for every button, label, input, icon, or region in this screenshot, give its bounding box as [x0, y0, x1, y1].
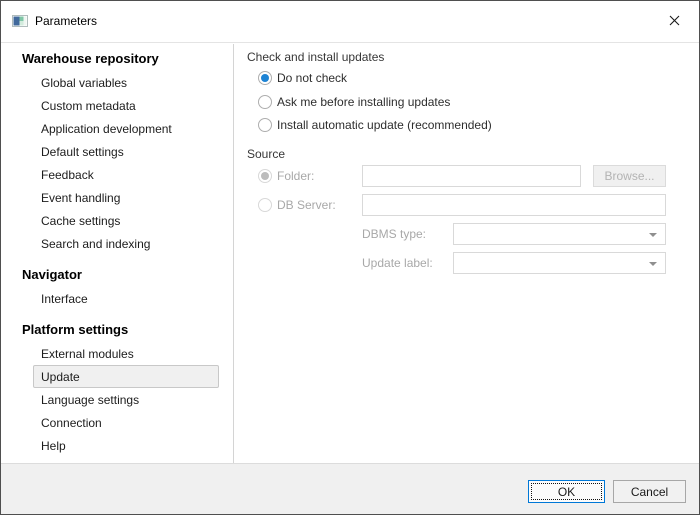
- chevron-down-icon: [649, 262, 657, 266]
- sidebar-item-application-development[interactable]: Application development: [33, 117, 219, 140]
- update-label-dropdown: [453, 252, 666, 274]
- radio-option-label: Ask me before installing updates: [277, 95, 450, 109]
- folder-path-input: [362, 165, 581, 187]
- radio-option-install-automatic[interactable]: Install automatic update (recommended): [258, 114, 492, 136]
- sidebar-item-language-settings[interactable]: Language settings: [33, 388, 219, 411]
- cancel-button[interactable]: Cancel: [613, 480, 686, 503]
- close-button[interactable]: [654, 7, 694, 33]
- browse-button: Browse...: [593, 165, 666, 187]
- section-navigator: Navigator Interface: [1, 263, 233, 310]
- close-icon: [669, 15, 680, 26]
- dbms-type-dropdown: [453, 223, 666, 245]
- dialog-footer: OK Cancel: [1, 463, 699, 514]
- radio-option-folder: Folder:: [258, 165, 314, 187]
- radio-selected-icon: [258, 71, 272, 85]
- source-group-title: Source: [247, 147, 285, 161]
- sidebar-item-interface[interactable]: Interface: [33, 287, 219, 310]
- sidebar-item-global-variables[interactable]: Global variables: [33, 71, 219, 94]
- section-platform-settings: Platform settings External modules Updat…: [1, 318, 233, 457]
- parameters-dialog: Parameters Warehouse repository Global v…: [0, 0, 700, 515]
- radio-option-ask-before-installing[interactable]: Ask me before installing updates: [258, 91, 450, 113]
- sidebar-item-update[interactable]: Update: [33, 365, 219, 388]
- window-title: Parameters: [35, 14, 97, 28]
- db-server-input: [362, 194, 666, 216]
- db-server-radio-label: DB Server:: [277, 198, 336, 212]
- sidebar-item-external-modules[interactable]: External modules: [33, 342, 219, 365]
- radio-option-db-server: DB Server:: [258, 194, 336, 216]
- radio-option-do-not-check[interactable]: Do not check: [258, 67, 347, 89]
- radio-disabled-unselected-icon: [258, 198, 272, 212]
- section-header-navigator: Navigator: [1, 263, 233, 287]
- sidebar-item-search-and-indexing[interactable]: Search and indexing: [33, 232, 219, 255]
- update-label-label: Update label:: [362, 252, 433, 274]
- chevron-down-icon: [649, 233, 657, 237]
- radio-option-label: Install automatic update (recommended): [277, 118, 492, 132]
- folder-radio-label: Folder:: [277, 169, 314, 183]
- dialog-body: Warehouse repository Global variables Cu…: [1, 44, 699, 463]
- sidebar-item-feedback[interactable]: Feedback: [33, 163, 219, 186]
- section-header-warehouse-repository: Warehouse repository: [1, 47, 233, 71]
- ok-button[interactable]: OK: [528, 480, 605, 503]
- sidebar-item-connection[interactable]: Connection: [33, 411, 219, 434]
- dbms-type-label: DBMS type:: [362, 223, 426, 245]
- check-updates-group-title: Check and install updates: [247, 50, 384, 64]
- titlebar: Parameters: [1, 1, 699, 43]
- sidebar-item-help[interactable]: Help: [33, 434, 219, 457]
- radio-disabled-selected-icon: [258, 169, 272, 183]
- radio-unselected-icon: [258, 118, 272, 132]
- section-warehouse-repository: Warehouse repository Global variables Cu…: [1, 47, 233, 255]
- settings-nav: Warehouse repository Global variables Cu…: [1, 44, 234, 463]
- update-settings-panel: Check and install updates Do not check A…: [234, 44, 699, 463]
- sidebar-item-default-settings[interactable]: Default settings: [33, 140, 219, 163]
- sidebar-item-cache-settings[interactable]: Cache settings: [33, 209, 219, 232]
- radio-option-label: Do not check: [277, 71, 347, 85]
- radio-unselected-icon: [258, 95, 272, 109]
- app-icon: [12, 13, 28, 29]
- sidebar-item-event-handling[interactable]: Event handling: [33, 186, 219, 209]
- sidebar-item-custom-metadata[interactable]: Custom metadata: [33, 94, 219, 117]
- section-header-platform-settings: Platform settings: [1, 318, 233, 342]
